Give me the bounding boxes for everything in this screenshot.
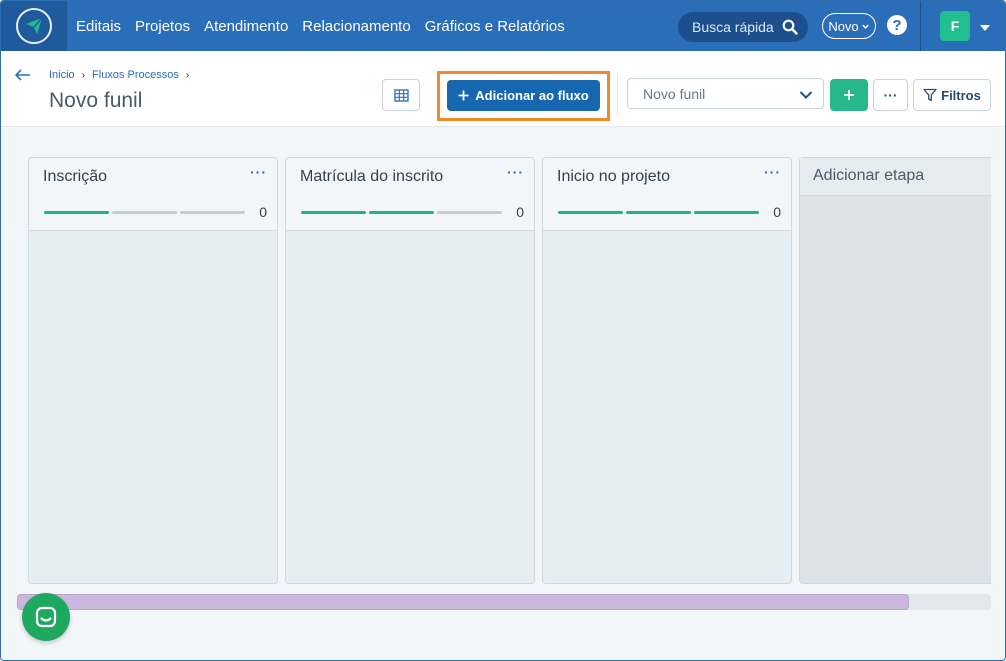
top-navbar: Editais Projetos Atendimento Relacioname…	[1, 1, 1005, 51]
chevron-down-icon	[799, 87, 813, 103]
stage-progress	[44, 211, 245, 214]
stage-column: Inicio no projeto ··· 0	[542, 157, 792, 584]
stage-count: 0	[259, 204, 267, 220]
novo-label: Novo	[828, 18, 859, 34]
page-title: Novo funil	[49, 89, 143, 112]
stage-progress	[301, 211, 502, 214]
caret-down-icon[interactable]	[979, 20, 991, 38]
stage-count: 0	[516, 204, 524, 220]
plus-icon	[458, 90, 469, 101]
user-avatar[interactable]: F	[940, 11, 970, 41]
search-icon[interactable]	[782, 19, 798, 40]
progress-segment	[180, 211, 245, 214]
breadcrumb-separator-icon: ›	[81, 69, 86, 81]
quick-search	[678, 12, 808, 42]
progress-segment	[437, 211, 502, 214]
stage-header: Inicio no projeto ··· 0	[543, 158, 791, 231]
filters-label: Filtros	[941, 87, 981, 103]
add-to-flow-button[interactable]: Adicionar ao fluxo	[447, 80, 600, 111]
logo[interactable]	[1, 1, 67, 51]
progress-segment	[44, 211, 109, 214]
add-to-flow-label: Adicionar ao fluxo	[475, 88, 589, 103]
stage-title: Inscrição	[43, 168, 108, 185]
progress-segment	[694, 211, 759, 214]
add-stage-column[interactable]: Adicionar etapa	[799, 157, 991, 584]
filters-button[interactable]: Filtros	[913, 79, 991, 111]
breadcrumb-separator-icon: ›	[185, 69, 190, 81]
chevron-down-icon	[861, 24, 869, 29]
stage-progress	[558, 211, 759, 214]
logo-icon	[16, 8, 52, 44]
back-arrow-icon[interactable]	[14, 66, 31, 86]
stage-column: Inscrição ··· 0	[28, 157, 278, 584]
progress-segment	[369, 211, 434, 214]
breadcrumb: Inicio › Fluxos Processos ›	[49, 69, 196, 81]
nav-menu: Editais Projetos Atendimento Relacioname…	[76, 1, 565, 51]
table-view-button[interactable]	[382, 79, 420, 111]
chat-widget-button[interactable]	[22, 593, 70, 641]
funnel-selected-value: Novo funil	[643, 85, 706, 102]
nav-divider	[920, 1, 921, 51]
funnel-select[interactable]: Novo funil	[627, 78, 824, 109]
horizontal-scrollbar[interactable]	[17, 594, 991, 610]
plus-icon	[844, 90, 854, 100]
stage-title: Inicio no projeto	[557, 168, 670, 185]
table-icon	[393, 88, 409, 102]
scrollbar-thumb[interactable]	[17, 594, 910, 610]
nav-item-relacionamento[interactable]: Relacionamento	[302, 18, 410, 35]
more-options-button[interactable]: ···	[873, 79, 908, 111]
nav-item-atendimento[interactable]: Atendimento	[204, 18, 288, 35]
add-stage-header: Adicionar etapa	[800, 158, 991, 196]
stage-more-icon[interactable]: ···	[764, 164, 781, 180]
stage-column: Matrícula do inscrito ··· 0	[285, 157, 535, 584]
add-funnel-button[interactable]	[830, 79, 868, 111]
breadcrumb-inicio[interactable]: Inicio	[49, 69, 75, 81]
stage-header: Matrícula do inscrito ··· 0	[286, 158, 534, 231]
search-input[interactable]	[692, 19, 778, 35]
nav-item-graficos-relatorios[interactable]: Gráficos e Relatórios	[425, 18, 565, 35]
stage-header: Inscrição ··· 0	[29, 158, 277, 231]
app-window: Editais Projetos Atendimento Relacioname…	[0, 0, 1006, 661]
progress-segment	[558, 211, 623, 214]
page-header: Inicio › Fluxos Processos › Novo funil A…	[1, 51, 1005, 127]
stage-title: Matrícula do inscrito	[300, 168, 444, 185]
progress-segment	[301, 211, 366, 214]
add-stage-label: Adicionar etapa	[813, 167, 925, 184]
stage-more-icon[interactable]: ···	[250, 164, 267, 180]
toolbar-divider	[617, 75, 618, 115]
novo-dropdown-button[interactable]: Novo	[822, 13, 876, 39]
filter-icon	[923, 88, 937, 102]
progress-segment	[112, 211, 177, 214]
chat-icon	[35, 606, 57, 628]
progress-segment	[626, 211, 691, 214]
nav-item-projetos[interactable]: Projetos	[135, 18, 190, 35]
stage-more-icon[interactable]: ···	[507, 164, 524, 180]
nav-item-editais[interactable]: Editais	[76, 18, 121, 35]
breadcrumb-fluxos-processos[interactable]: Fluxos Processos	[92, 69, 179, 81]
kanban-board: Inscrição ··· 0 Matrícula do inscrito ··…	[1, 127, 1005, 660]
help-icon[interactable]: ?	[887, 15, 907, 35]
stage-count: 0	[773, 204, 781, 220]
